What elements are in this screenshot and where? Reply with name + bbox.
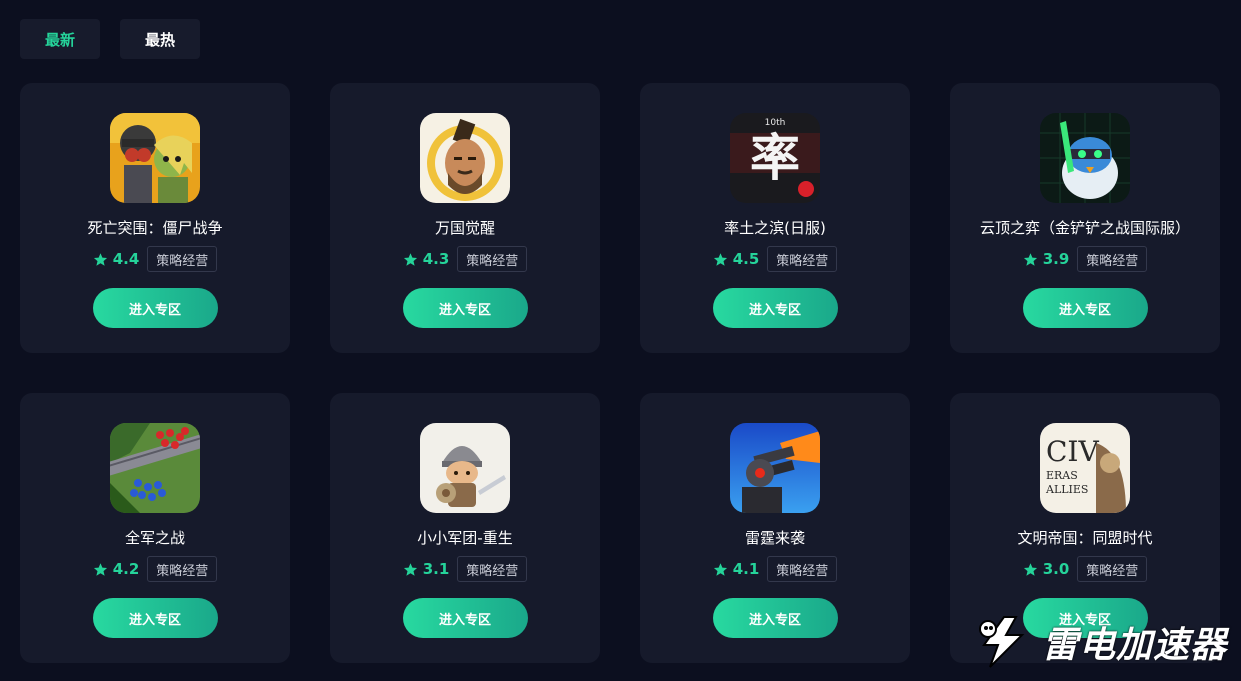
genre-tag: 策略经营 xyxy=(147,556,218,582)
warrior-general-icon[interactable] xyxy=(420,113,510,203)
rating-value: 4.5 xyxy=(732,250,760,268)
lightning-mascot-icon xyxy=(978,616,1025,668)
civ-sub1: ERAS xyxy=(1046,469,1078,482)
star-icon xyxy=(403,562,417,576)
rating-value: 4.1 xyxy=(732,560,760,578)
game-title: 率土之滨(日服) xyxy=(724,219,826,237)
civ-sub2: ALLIES xyxy=(1045,483,1088,496)
rating-value: 3.0 xyxy=(1042,560,1070,578)
enter-zone-button[interactable]: 进入专区 xyxy=(712,598,838,638)
rating: 4.3 xyxy=(403,250,450,268)
genre-tag: 策略经营 xyxy=(457,556,528,582)
game-card: 万国觉醒 4.3 策略经营 进入专区 xyxy=(330,83,600,353)
game-title: 全军之战 xyxy=(124,529,185,547)
game-meta: 4.1 策略经营 xyxy=(713,556,838,582)
rating: 4.4 xyxy=(93,250,140,268)
game-title: 雷霆来袭 xyxy=(744,529,805,547)
star-icon xyxy=(1023,252,1037,266)
game-title: 小小军团-重生 xyxy=(417,529,513,547)
game-meta: 4.2 策略经营 xyxy=(93,556,218,582)
rating: 3.1 xyxy=(403,560,450,578)
tab-hottest[interactable]: 最热 xyxy=(120,19,200,59)
enter-zone-button[interactable]: 进入专区 xyxy=(92,288,218,328)
enter-zone-button[interactable]: 进入专区 xyxy=(712,288,838,328)
star-icon xyxy=(713,562,727,576)
game-meta: 4.3 策略经营 xyxy=(403,246,528,272)
brand-watermark: 雷电加速器 xyxy=(974,615,1227,669)
game-meta: 4.4 策略经营 xyxy=(93,246,218,272)
genre-tag: 策略经营 xyxy=(767,556,838,582)
civ-logo-icon[interactable]: CIV ERAS ALLIES xyxy=(1040,423,1130,513)
game-meta: 4.5 策略经营 xyxy=(713,246,838,272)
star-icon xyxy=(93,252,107,266)
game-meta: 3.9 策略经营 xyxy=(1023,246,1148,272)
tab-newest[interactable]: 最新 xyxy=(20,19,100,59)
game-title: 云顶之弈（金铲铲之战国际服） xyxy=(979,219,1190,237)
enter-zone-button[interactable]: 进入专区 xyxy=(92,598,218,638)
game-title: 死亡突围：僵尸战争 xyxy=(87,219,223,237)
rating: 3.9 xyxy=(1023,250,1070,268)
enter-zone-button[interactable]: 进入专区 xyxy=(402,288,528,328)
game-title: 文明帝国：同盟时代 xyxy=(1017,529,1153,547)
game-grid: 死亡突围：僵尸战争 4.4 策略经营 进入专区 万国觉醒 4.3 策略经营 进入… xyxy=(20,83,1220,663)
rating: 4.1 xyxy=(713,560,760,578)
rating: 4.2 xyxy=(93,560,140,578)
logo-character: 率 xyxy=(750,129,800,187)
rating-value: 4.4 xyxy=(112,250,140,268)
enter-zone-button[interactable]: 进入专区 xyxy=(402,598,528,638)
army-battlefield-icon[interactable] xyxy=(110,423,200,513)
game-meta: 3.1 策略经营 xyxy=(403,556,528,582)
rating: 4.5 xyxy=(713,250,760,268)
watermark-text: 雷电加速器 xyxy=(1041,625,1227,666)
genre-tag: 策略经营 xyxy=(1077,246,1148,272)
little-knight-icon[interactable] xyxy=(420,423,510,513)
game-title: 万国觉醒 xyxy=(434,219,495,237)
rating-value: 3.9 xyxy=(1042,250,1070,268)
star-icon xyxy=(713,252,727,266)
enter-zone-button[interactable]: 进入专区 xyxy=(1022,288,1148,328)
zombie-soldier-icon[interactable] xyxy=(110,113,200,203)
genre-tag: 策略经营 xyxy=(457,246,528,272)
star-icon xyxy=(403,252,417,266)
star-icon xyxy=(93,562,107,576)
genre-tag: 策略经营 xyxy=(767,246,838,272)
game-card: 云顶之弈（金铲铲之战国际服） 3.9 策略经营 进入专区 xyxy=(950,83,1220,353)
star-icon xyxy=(1023,562,1037,576)
game-card: 雷霆来袭 4.1 策略经营 进入专区 xyxy=(640,393,910,663)
rating-value: 4.2 xyxy=(112,560,140,578)
cannon-turret-icon[interactable] xyxy=(730,423,820,513)
genre-tag: 策略经营 xyxy=(147,246,218,272)
game-card: 10th 率 率土之滨(日服) 4.5 策略经营 进入专区 xyxy=(640,83,910,353)
shuaitu-logo-icon[interactable]: 10th 率 xyxy=(730,113,820,203)
rating-value: 3.1 xyxy=(422,560,450,578)
civ-title: CIV xyxy=(1046,435,1099,468)
game-card: 小小军团-重生 3.1 策略经营 进入专区 xyxy=(330,393,600,663)
anniversary-label: 10th xyxy=(765,118,786,128)
game-meta: 3.0 策略经营 xyxy=(1023,556,1148,582)
rating: 3.0 xyxy=(1023,560,1070,578)
rating-value: 4.3 xyxy=(422,250,450,268)
game-card: 死亡突围：僵尸战争 4.4 策略经营 进入专区 xyxy=(20,83,290,353)
sort-tabs: 最新 最热 xyxy=(20,19,200,59)
genre-tag: 策略经营 xyxy=(1077,556,1148,582)
penguin-knight-icon[interactable] xyxy=(1040,113,1130,203)
game-list-page: 最新 最热 死亡突围：僵尸战争 4.4 策略经营 进入专区 万国觉醒 4.3 策… xyxy=(0,0,1241,681)
game-card: 全军之战 4.2 策略经营 进入专区 xyxy=(20,393,290,663)
